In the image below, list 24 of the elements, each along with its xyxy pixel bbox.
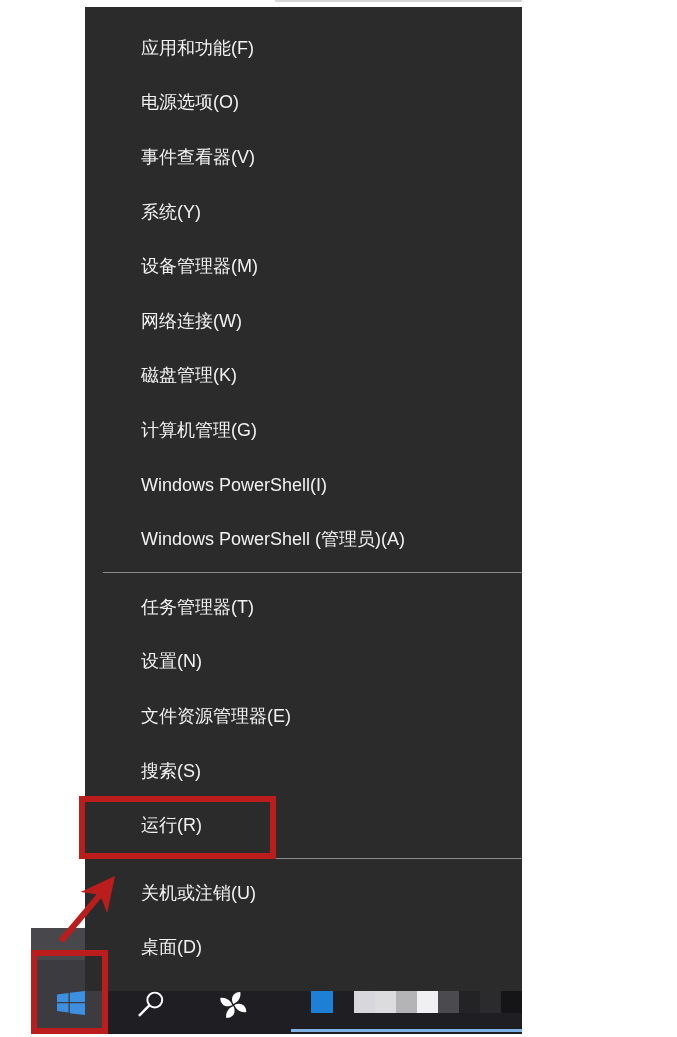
mosaic-tile xyxy=(375,991,396,1013)
mosaic-tile xyxy=(438,991,459,1013)
menu-item[interactable]: 文件资源管理器(E) xyxy=(85,689,522,744)
menu-item[interactable]: 设备管理器(M) xyxy=(85,239,522,294)
menu-item[interactable]: 桌面(D) xyxy=(85,920,522,976)
menu-item[interactable]: Windows PowerShell (管理员)(A) xyxy=(85,512,522,567)
menu-item[interactable]: 电源选项(O) xyxy=(85,75,522,131)
menu-item[interactable]: 事件查看器(V) xyxy=(85,130,522,185)
mosaic-tile xyxy=(396,991,417,1013)
menu-item[interactable]: 应用和功能(F) xyxy=(85,21,522,76)
menu-item[interactable]: 搜索(S) xyxy=(85,743,522,799)
menu-item[interactable]: Windows PowerShell(I) xyxy=(85,457,522,513)
mosaic-tile xyxy=(354,991,375,1013)
menu-item[interactable]: 设置(N) xyxy=(85,634,522,690)
menu-item[interactable]: 网络连接(W) xyxy=(85,293,522,349)
menu-item[interactable]: 系统(Y) xyxy=(85,184,522,240)
menu-item[interactable]: 关机或注销(U) xyxy=(85,865,522,921)
menu-item[interactable]: 计算机管理(G) xyxy=(85,403,522,458)
search-icon[interactable] xyxy=(137,991,165,1017)
menu-item[interactable]: 任务管理器(T) xyxy=(85,579,522,635)
menu-item[interactable]: 运行(R) xyxy=(85,798,522,853)
mosaic-tile xyxy=(417,991,438,1013)
windows-logo-icon xyxy=(57,991,85,1015)
menu-item[interactable]: 磁盘管理(K) xyxy=(85,348,522,404)
